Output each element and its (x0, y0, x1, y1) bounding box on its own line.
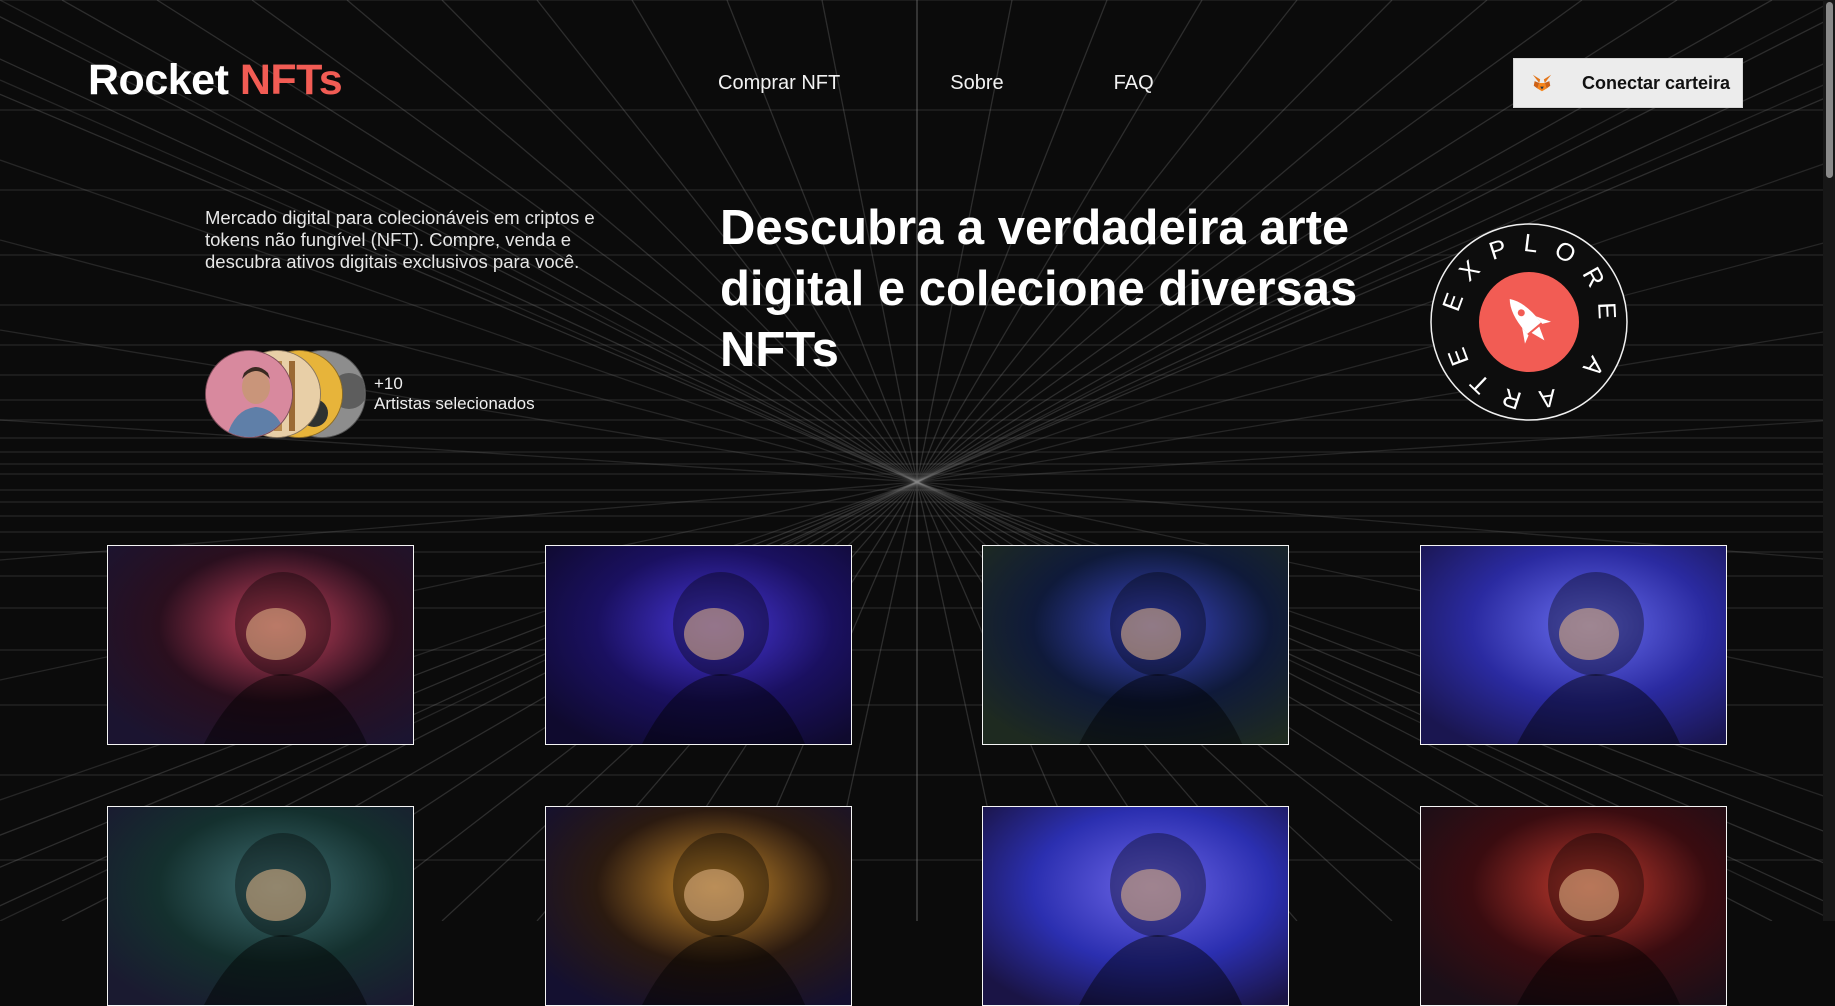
nav-link-sobre[interactable]: Sobre (950, 72, 1003, 95)
nft-artwork (1421, 807, 1726, 1005)
nft-card[interactable] (107, 545, 414, 745)
hero-title: Descubra a verdadeira arte digital e col… (720, 201, 1358, 377)
nav-link-comprar-nft[interactable]: Comprar NFT (718, 72, 840, 95)
scrollbar-thumb[interactable] (1826, 2, 1833, 178)
nft-card[interactable] (107, 806, 414, 1006)
nft-card[interactable] (1420, 545, 1727, 745)
logo-accent-text: NFTs (239, 56, 343, 104)
artists-label: Artistas selecionados (374, 394, 535, 413)
nft-artwork (1421, 546, 1726, 744)
nft-card[interactable] (545, 545, 852, 745)
nft-artwork (108, 546, 413, 744)
artists-count: +10 (374, 374, 403, 393)
scrollbar[interactable] (1823, 0, 1835, 921)
nft-card[interactable] (982, 806, 1289, 1006)
explore-badge[interactable]: EXPLORE A ARTE (1429, 222, 1629, 422)
nft-card[interactable] (982, 545, 1289, 745)
artists-info: +10 Artistas selecionados (374, 374, 535, 414)
nft-card[interactable] (1420, 806, 1727, 1006)
nav-link-faq[interactable]: FAQ (1114, 72, 1154, 95)
logo-text: Rocket (88, 56, 229, 104)
nft-card[interactable] (545, 806, 852, 1006)
site-header: Rocket NFTs Comprar NFT Sobre FAQ Conect… (0, 0, 1820, 166)
connect-wallet-label: Conectar carteira (1582, 72, 1731, 93)
hero-description: Mercado digital para colecionáveis em cr… (205, 207, 595, 272)
artist-avatar (205, 350, 293, 438)
nft-artwork (108, 807, 413, 1005)
selected-artists: +10 Artistas selecionados (205, 350, 585, 440)
logo[interactable]: Rocket NFTs (88, 56, 343, 105)
connect-wallet-button[interactable]: Conectar carteira (1513, 58, 1743, 108)
main-nav: Comprar NFT Sobre FAQ (718, 72, 1154, 95)
nft-artwork (983, 546, 1288, 744)
nft-artwork (546, 546, 851, 744)
nft-artwork (983, 807, 1288, 1005)
metamask-fox-icon (1532, 74, 1552, 92)
nft-artwork (546, 807, 851, 1005)
